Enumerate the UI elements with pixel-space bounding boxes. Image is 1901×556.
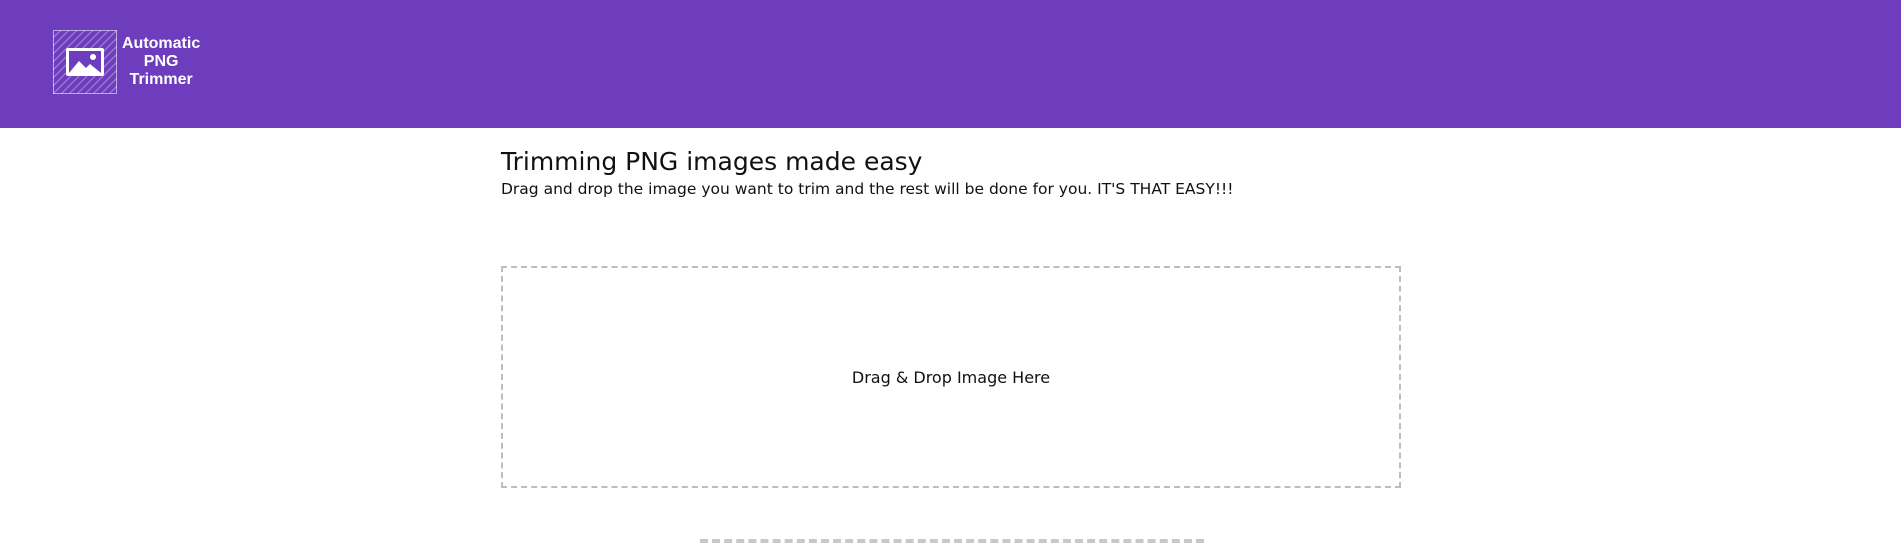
- logo-text: Automatic PNG Trimmer: [122, 35, 200, 89]
- page-subtitle: Drag and drop the image you want to trim…: [501, 180, 1234, 198]
- logo-line-3: Trimmer: [129, 71, 193, 88]
- app-logo[interactable]: Automatic PNG Trimmer: [53, 30, 200, 94]
- logo-line-2: PNG: [143, 53, 179, 70]
- page-title: Trimming PNG images made easy: [501, 147, 923, 176]
- top-header: Automatic PNG Trimmer: [0, 0, 1901, 128]
- dashed-divider: [700, 539, 1204, 543]
- logo-line-1: Automatic: [122, 35, 201, 52]
- main-content: Trimming PNG images made easy Drag and d…: [501, 146, 1401, 200]
- image-icon: [53, 30, 117, 94]
- image-dropzone[interactable]: Drag & Drop Image Here: [501, 266, 1401, 488]
- dropzone-label: Drag & Drop Image Here: [851, 367, 1051, 387]
